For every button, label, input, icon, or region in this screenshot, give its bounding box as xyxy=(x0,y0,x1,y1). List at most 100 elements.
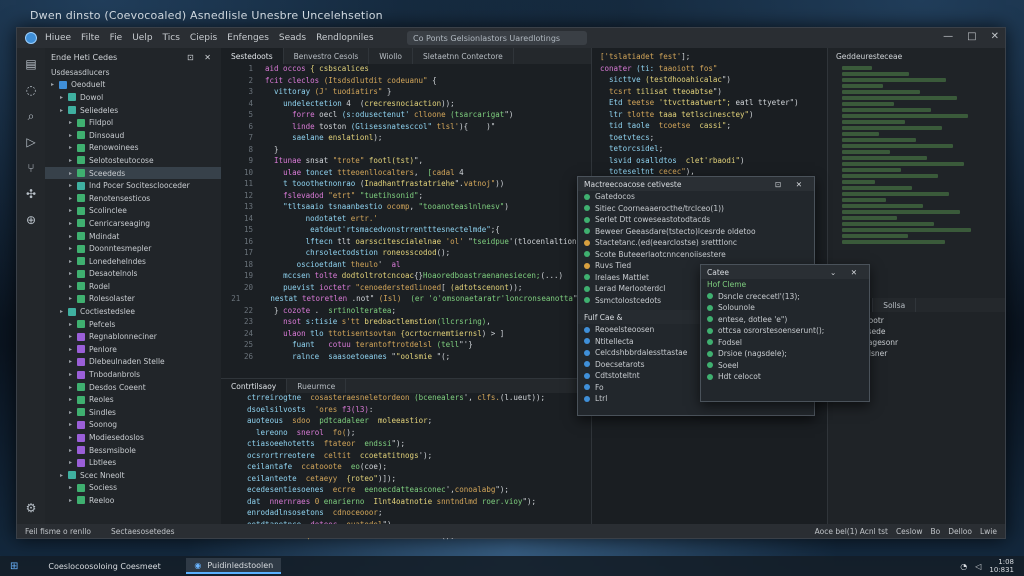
chevron-icon[interactable]: ▸ xyxy=(69,396,77,403)
panel-code-area[interactable]: ctrreirogtne cosasteraesneletordeon (bce… xyxy=(221,393,591,543)
menu-item[interactable]: Tics xyxy=(163,33,180,43)
status-item[interactable]: Lwie xyxy=(980,527,997,536)
tree-item[interactable]: ▸ Bessmsibole xyxy=(45,444,221,457)
code-editor[interactable]: Sestedoots Benvestro Cesols Wiollo Sletaetn… xyxy=(221,48,591,378)
chevron-icon[interactable]: ▸ xyxy=(69,321,77,328)
status-left-0[interactable]: Feil fisme o renllo xyxy=(25,527,91,536)
chevron-icon[interactable]: ▸ xyxy=(69,346,77,353)
chevron-icon[interactable]: ▸ xyxy=(60,472,68,479)
popup-row[interactable]: Gatedocos xyxy=(578,191,814,203)
chevron-icon[interactable]: ▸ xyxy=(69,358,77,365)
tree-item[interactable]: ▸ Lonedehelndes xyxy=(45,255,221,268)
volume-icon[interactable]: ◁ xyxy=(975,562,981,571)
tree-item[interactable]: ▸ Mdindat xyxy=(45,230,221,243)
minimap-overview[interactable] xyxy=(828,66,1005,244)
popup-row[interactable]: ottcsa osrorstesoenserunt(); xyxy=(701,325,869,337)
tree-item[interactable]: ▸ Renotensesticos xyxy=(45,192,221,205)
tool-tab[interactable]: Sollsa xyxy=(873,298,917,312)
popup-row[interactable]: Drsioe (nagsdele); xyxy=(701,348,869,360)
chevron-icon[interactable]: ▸ xyxy=(69,157,77,164)
editor-tab[interactable]: Wiollo xyxy=(369,48,413,64)
chevron-icon[interactable]: ▸ xyxy=(69,333,77,340)
menu-item[interactable]: Fie xyxy=(110,33,123,43)
popup-row[interactable]: Soeel xyxy=(701,360,869,372)
network-icon[interactable]: ◔ xyxy=(960,562,967,571)
menu-item[interactable]: Rendlopniles xyxy=(316,33,373,43)
settings-gear-icon[interactable]: ⚙ xyxy=(23,500,39,516)
tree-item[interactable]: ▸ Sceededs xyxy=(45,166,221,180)
tree-item[interactable]: ▸ Scolinclee xyxy=(45,205,221,218)
chevron-icon[interactable]: ▸ xyxy=(60,107,68,114)
popup-row[interactable]: Hdt celocot xyxy=(701,371,869,383)
taskbar-app-button[interactable]: ◉ Puidinledstoolen xyxy=(186,558,282,574)
popup-row[interactable]: Beweer Geeasdare(tstecto)lcesrde oldetoo xyxy=(578,226,814,238)
taskbar-search-input[interactable]: Coeslocoosoloing Coesmeet xyxy=(26,559,176,573)
chevron-icon[interactable]: ▸ xyxy=(69,144,77,151)
tree-item[interactable]: ▸ Regnablonneciner xyxy=(45,330,221,343)
tree-item[interactable]: ▸ Scec Nneolt xyxy=(45,469,221,482)
popup-row[interactable]: Stactetanc.(ed(eearclostse) sretttlonc xyxy=(578,237,814,249)
clock[interactable]: 1:08 10:831 xyxy=(989,558,1014,574)
chevron-icon[interactable]: ▸ xyxy=(69,384,77,391)
panel-tab[interactable]: Contrtilsaoy xyxy=(221,379,288,393)
popup-row[interactable]: Scote Buteeerlaotcnncenoiisestere xyxy=(578,249,814,261)
tree-item[interactable]: ▸ Dowol xyxy=(45,91,221,104)
status-item[interactable]: Aoce bel(1) Acnl tst xyxy=(815,527,888,536)
editor-code-area[interactable]: 1 aid occos { csbscalices 2 fcit cleclos (I… xyxy=(221,64,591,363)
files-icon[interactable]: ▤ xyxy=(23,56,39,72)
tree-item[interactable]: ▸ Rodel xyxy=(45,280,221,293)
menu-item[interactable]: Enfenges xyxy=(227,33,269,43)
chevron-icon[interactable]: ▸ xyxy=(69,207,77,214)
chevron-icon[interactable]: ▸ xyxy=(69,170,77,177)
status-left-1[interactable]: Sectaesosetedes xyxy=(111,527,175,536)
command-search-input[interactable]: Co Ponts Gelsionlastors Uaredlotings xyxy=(407,31,587,45)
chevron-icon[interactable]: ▸ xyxy=(69,371,77,378)
quick-fix-actions[interactable]: ⌄ ✕ xyxy=(830,268,863,277)
chevron-icon[interactable]: ▸ xyxy=(69,132,77,139)
menu-item[interactable]: Ciepis xyxy=(190,33,217,43)
tree-item[interactable]: ▸ Fildpol xyxy=(45,116,221,129)
menu-item[interactable]: Filte xyxy=(81,33,100,43)
tree-item[interactable]: ▸ Modiesedoslos xyxy=(45,431,221,444)
chevron-icon[interactable]: ▸ xyxy=(69,409,77,416)
tree-item[interactable]: ▸ Renowoinees xyxy=(45,142,221,155)
editor-tab[interactable]: Sestedoots xyxy=(221,48,284,64)
tree-item[interactable]: ▸ Lbtlees xyxy=(45,456,221,469)
chevron-icon[interactable]: ▸ xyxy=(60,308,68,315)
popup-close-icon[interactable]: ⊡ ✕ xyxy=(775,180,808,189)
popup-row[interactable]: Fodsel xyxy=(701,337,869,349)
tree-item[interactable]: ▸ Soonog xyxy=(45,419,221,432)
tree-item[interactable]: ▸ Doonntesmepler xyxy=(45,242,221,255)
chevron-icon[interactable]: ▸ xyxy=(69,245,77,252)
chevron-icon[interactable]: ▸ xyxy=(51,81,59,88)
chevron-icon[interactable]: ▸ xyxy=(69,295,77,302)
popup-row[interactable]: Serlet Dtt coweseastotodtacds xyxy=(578,214,814,226)
chevron-icon[interactable]: ▸ xyxy=(69,270,77,277)
chevron-icon[interactable]: ▸ xyxy=(69,233,77,240)
tree-item[interactable]: ▸ Penlore xyxy=(45,343,221,356)
chevron-icon[interactable]: ▸ xyxy=(69,434,77,441)
chevron-icon[interactable]: ▸ xyxy=(69,447,77,454)
tree-item[interactable]: ▸ Sociess xyxy=(45,482,221,495)
popup-row[interactable]: Solounole xyxy=(701,302,869,314)
tree-item[interactable]: ▸ Coctiestedslee xyxy=(45,305,221,318)
tree-item[interactable]: ▸ Seliedeles xyxy=(45,104,221,117)
status-item[interactable]: Bo xyxy=(931,527,941,536)
tree-item[interactable]: ▸ Rolesolaster xyxy=(45,293,221,306)
run-icon[interactable]: ▷ xyxy=(23,134,39,150)
panel-tab[interactable]: Rueurmce xyxy=(287,379,347,393)
close-icon[interactable]: ✕ xyxy=(991,31,999,42)
minimize-icon[interactable]: — xyxy=(943,31,953,42)
tree-item[interactable]: ▸ Reoles xyxy=(45,393,221,406)
chat-icon[interactable]: ◌ xyxy=(23,82,39,98)
chevron-icon[interactable]: ▸ xyxy=(69,484,77,491)
start-windows-icon[interactable]: ⊞ xyxy=(10,561,18,572)
menu-item[interactable]: Seads xyxy=(279,33,306,43)
tree-item[interactable]: ▸ Desaotelnols xyxy=(45,268,221,281)
tree-item[interactable]: ▸ Selotosteutocose xyxy=(45,154,221,167)
status-item[interactable]: Delloo xyxy=(948,527,972,536)
chevron-icon[interactable]: ▸ xyxy=(69,258,77,265)
git-icon[interactable]: ⑂ xyxy=(23,160,39,176)
tree-item[interactable]: ▸ Tnbodanbrols xyxy=(45,368,221,381)
extensions-icon[interactable]: ✣ xyxy=(23,186,39,202)
